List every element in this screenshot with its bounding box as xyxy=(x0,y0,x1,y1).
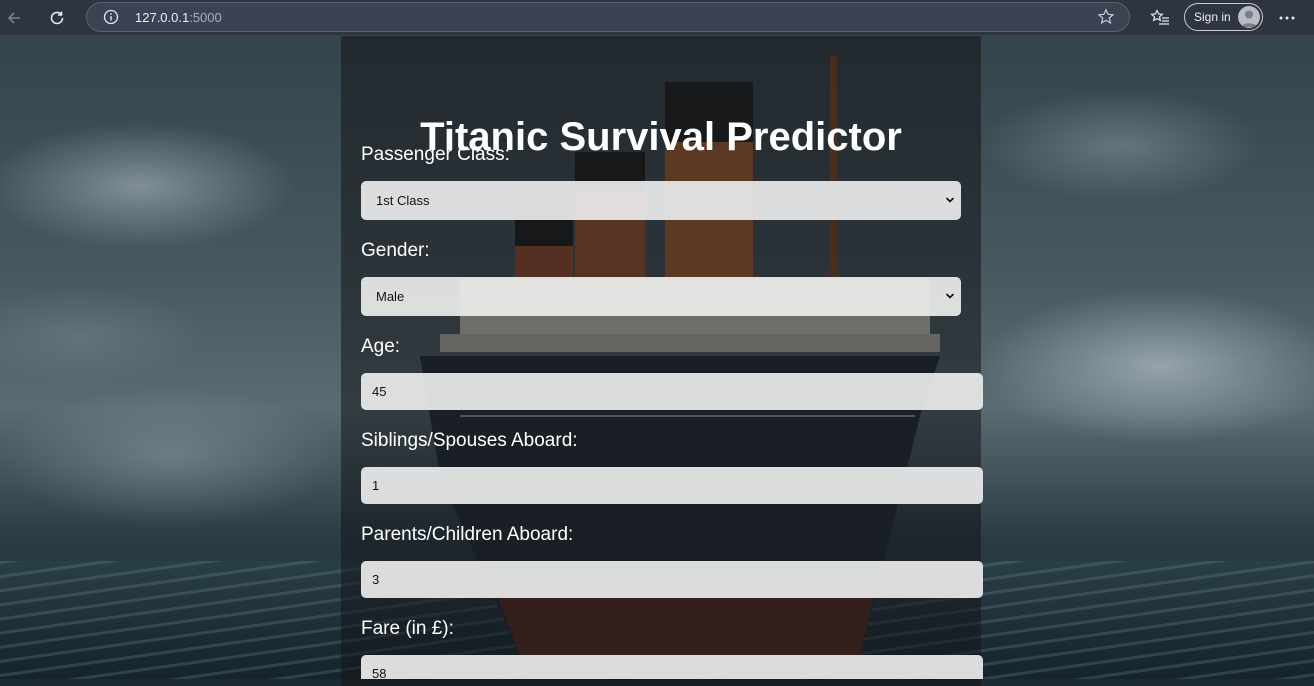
siblings-spouses-label: Siblings/Spouses Aboard: xyxy=(361,430,578,451)
url-text: 127.0.0.1:5000 xyxy=(135,10,222,25)
age-label: Age: xyxy=(361,336,401,357)
fare-label: Fare (in £): xyxy=(361,618,454,639)
reload-button[interactable] xyxy=(43,4,71,32)
address-bar[interactable]: 127.0.0.1:5000 xyxy=(86,2,1130,32)
browser-toolbar: 127.0.0.1:5000 Sign in xyxy=(0,0,1314,36)
site-info-icon[interactable] xyxy=(103,9,119,30)
parents-children-input[interactable]: 3 xyxy=(361,561,983,598)
siblings-spouses-input[interactable]: 1 xyxy=(361,467,983,504)
parents-children-label: Parents/Children Aboard: xyxy=(361,524,574,545)
back-arrow-icon xyxy=(7,12,20,24)
sign-in-button[interactable]: Sign in xyxy=(1184,3,1263,31)
url-host: 127.0.0.1 xyxy=(135,10,190,25)
more-menu-icon[interactable] xyxy=(1273,4,1301,32)
chevron-down-icon xyxy=(945,293,955,299)
url-port: :5000 xyxy=(189,10,222,25)
favorite-star-icon[interactable] xyxy=(1097,8,1115,31)
passenger-class-select[interactable]: 1st Class xyxy=(361,181,961,220)
gender-select[interactable]: Male xyxy=(361,277,961,316)
chevron-down-icon xyxy=(945,197,955,203)
fare-input[interactable]: 58 xyxy=(361,655,983,681)
favorites-list-icon[interactable] xyxy=(1146,4,1174,32)
passenger-class-label: Passenger Class: xyxy=(361,144,510,165)
age-value: 45 xyxy=(372,384,387,399)
sign-in-label: Sign in xyxy=(1194,10,1231,24)
age-input[interactable]: 45 xyxy=(361,373,983,410)
reload-icon xyxy=(50,11,64,25)
gender-value: Male xyxy=(376,289,405,304)
gender-label: Gender: xyxy=(361,240,430,261)
passenger-class-value: 1st Class xyxy=(376,193,430,208)
parents-children-value: 3 xyxy=(372,572,380,587)
siblings-spouses-value: 1 xyxy=(372,478,380,493)
avatar-icon xyxy=(1238,6,1260,28)
back-button[interactable] xyxy=(0,4,28,32)
